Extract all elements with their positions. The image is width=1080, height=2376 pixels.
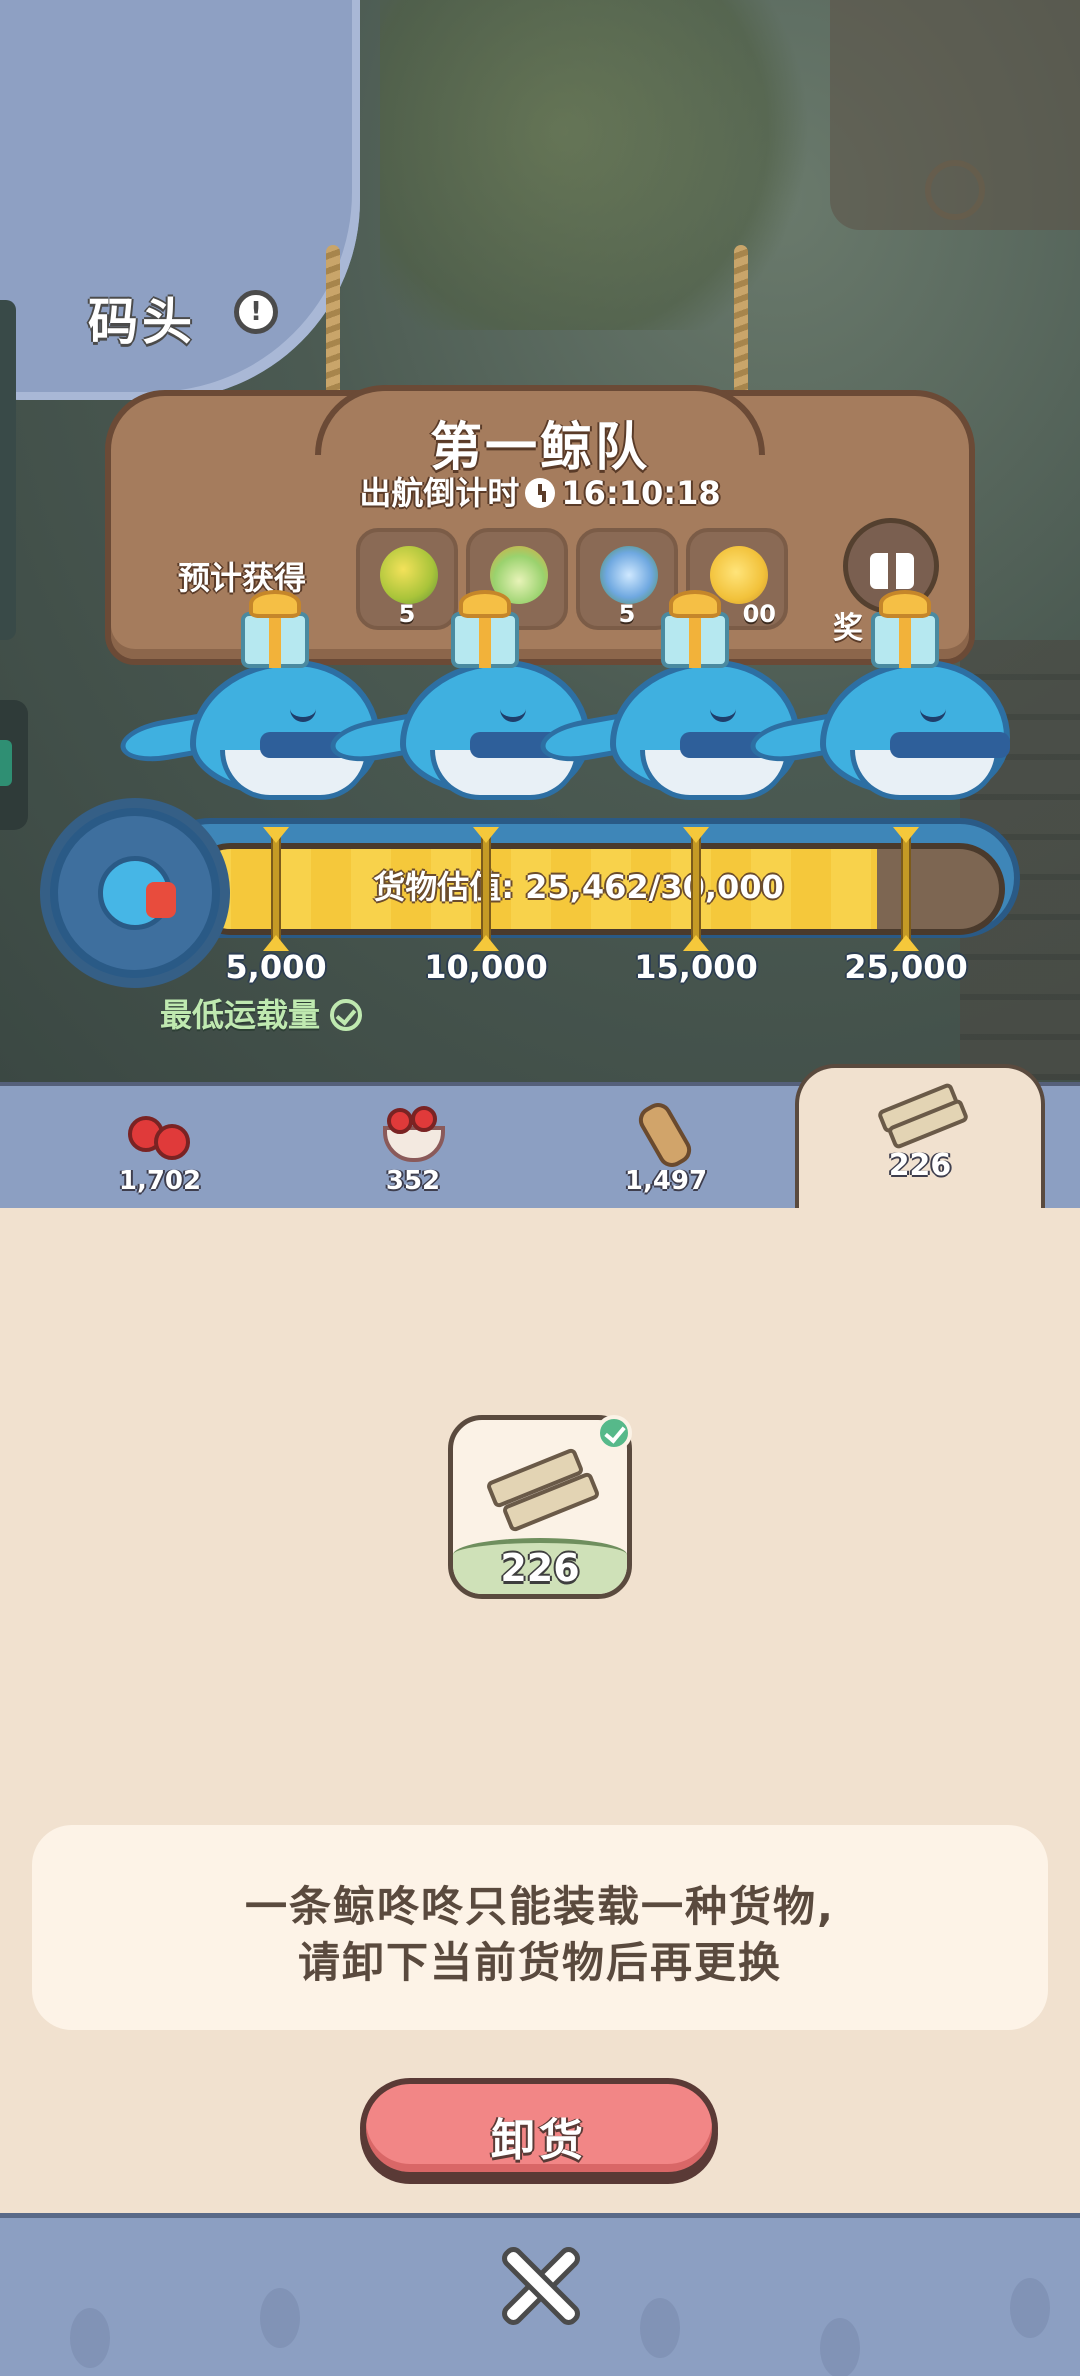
milestone-label: 15,000 (634, 948, 758, 986)
location-title: 码头 (88, 293, 196, 351)
side-tab-edge[interactable] (0, 700, 28, 830)
paw-print-decoration (260, 2288, 300, 2348)
reward-button-label: 奖 (833, 611, 863, 646)
tab-count: 1,497 (624, 1166, 708, 1196)
foliage-decoration (380, 0, 840, 330)
tab-apple[interactable]: 1,702 (60, 1090, 260, 1202)
gift-box-icon (445, 590, 525, 668)
berry-bowl-icon (377, 1100, 449, 1164)
log-icon (630, 1097, 702, 1173)
gift-box-icon (235, 590, 315, 668)
paw-print-decoration (640, 2298, 680, 2358)
milestone-label: 25,000 (844, 948, 968, 986)
plank-icon (876, 1081, 970, 1151)
paw-print-decoration (820, 2318, 860, 2376)
countdown: 出航倒计时 16:10:18 (0, 468, 1080, 514)
tab-logs[interactable]: 1,497 (566, 1090, 766, 1202)
apple-icon (124, 1100, 196, 1164)
reward-qty: 5 (398, 600, 416, 628)
tab-count: 226 (888, 1148, 952, 1183)
gift-box-icon (655, 590, 735, 668)
cargo-value-label: 货物估值: 25,462/30,000 (373, 868, 784, 906)
milestone-marker (263, 827, 289, 951)
check-icon (330, 999, 363, 1031)
close-button[interactable] (494, 2240, 586, 2332)
milestone-marker (683, 827, 709, 951)
cargo-panel (0, 1208, 1080, 2213)
milestone-marker (473, 827, 499, 951)
paw-print-decoration (70, 2308, 110, 2368)
reward-slot-1[interactable]: 5 (356, 528, 458, 630)
milestone-label: 10,000 (424, 948, 548, 986)
tab-planks[interactable]: 226 (820, 1081, 1020, 1202)
clock-icon (525, 478, 556, 508)
tab-berries[interactable]: 352 (313, 1090, 513, 1202)
whale-4[interactable] (747, 650, 1010, 815)
selected-check-icon (596, 1415, 632, 1451)
notice-line-2: 请卸下当前货物后再更换 (297, 1938, 782, 1987)
game-screen: 码头 ! 第一鲸队 出航倒计时 16:10:18 预计获得 5 5 00 奖 货… (0, 0, 1080, 2376)
tab-count: 352 (385, 1166, 441, 1196)
notice-box: 一条鲸咚咚只能装载一种货物, 请卸下当前货物后再更换 (32, 1825, 1048, 2030)
countdown-time: 16:10:18 (561, 474, 721, 512)
unload-button[interactable]: 卸货 (360, 2078, 718, 2178)
info-icon[interactable]: ! (234, 290, 278, 334)
lantern-decoration (925, 160, 985, 220)
lemon-leaf-icon (380, 546, 438, 604)
notice-line-1: 一条鲸咚咚只能装载一种货物, (245, 1882, 835, 1931)
gift-box-icon (865, 590, 945, 668)
ship-wheel-icon (50, 808, 220, 978)
tab-count: 1,702 (118, 1166, 202, 1196)
milestone-label: 5,000 (225, 948, 327, 986)
loaded-cargo-qty: 226 (500, 1546, 580, 1590)
min-load-status: 最低运载量 (160, 990, 363, 1036)
milestone-marker (893, 827, 919, 951)
countdown-label: 出航倒计时 (359, 474, 520, 512)
unload-button-label: 卸货 (491, 2115, 587, 2166)
min-load-label: 最低运载量 (160, 996, 321, 1034)
paw-print-decoration (1010, 2278, 1050, 2338)
blue-flower-icon (600, 546, 658, 604)
